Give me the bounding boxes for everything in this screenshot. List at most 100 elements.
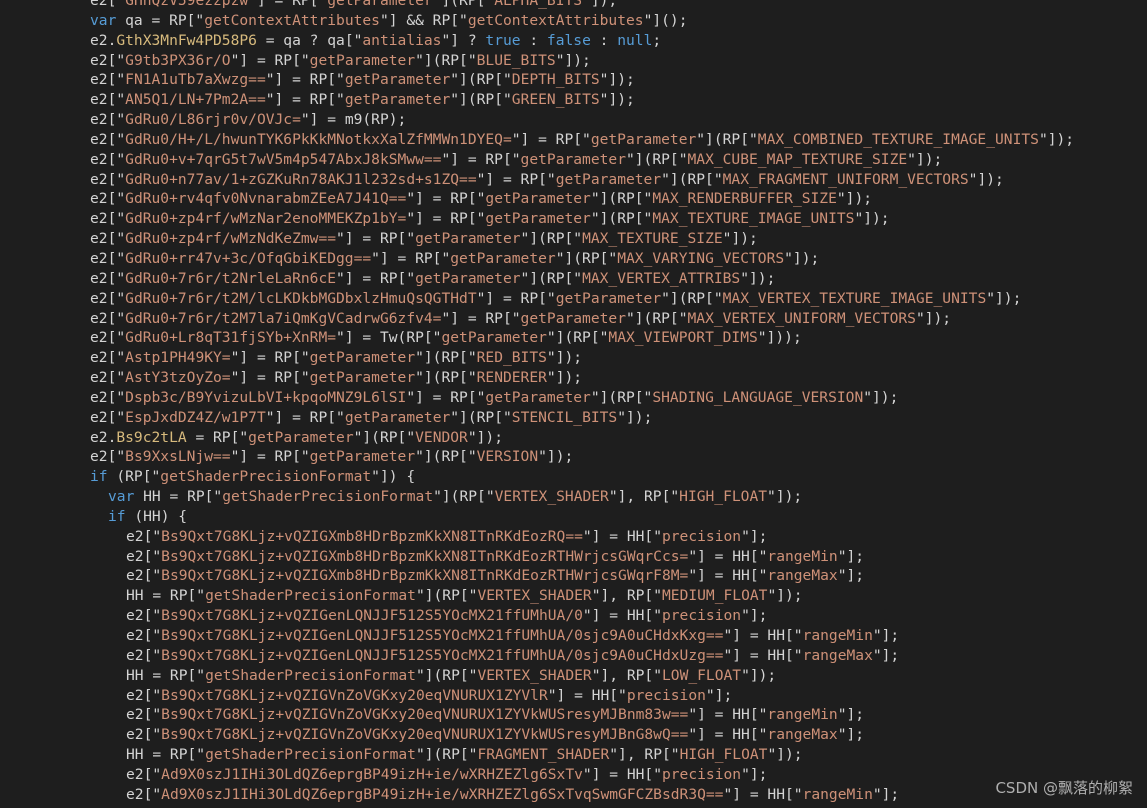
code-token-plain: HH = RP[" xyxy=(126,587,206,605)
code-token-plain: e2[" xyxy=(90,91,126,109)
code-line[interactable]: e2["GdRu0+zp4rf/wMzNdKeZmw=="] = RP["get… xyxy=(0,229,1147,249)
code-token-plain: e2[" xyxy=(90,249,126,267)
code-token-string: Ad9X0szJ1IHi3OLdQZ6eprgBP49izH+ie/wXRHZE… xyxy=(161,785,724,803)
code-line[interactable]: e2["Bs9Qxt7G8KLjz+vQZIGVnZoVGKxy20eqVNUR… xyxy=(0,725,1147,745)
code-line[interactable]: e2["Bs9Qxt7G8KLjz+vQZIGenLQNJJF512S5YOcM… xyxy=(0,606,1147,626)
code-token-plain: "]); xyxy=(546,369,583,387)
code-token-string: GHhQzV59ezzpzw xyxy=(125,0,249,9)
code-line[interactable]: HH = RP["getShaderPrecisionFormat"](RP["… xyxy=(0,586,1147,606)
code-token-plain: e2[" xyxy=(90,230,126,248)
code-token-plain: "] = RP[" xyxy=(265,91,345,109)
code-line[interactable]: e2["Dspb3c/B9YvizuLbVI+kpqoMNZ9L6lSI"] =… xyxy=(0,388,1147,408)
code-editor[interactable]: e2["GHhQzV59ezzpzw"] = RP["getParameter"… xyxy=(0,0,1147,808)
code-token-plain: "](RP[" xyxy=(450,91,512,109)
code-token-plain: "]); xyxy=(722,230,758,248)
code-line[interactable]: e2["GdRu0+rv4qfv0NvnarabmZEeA7J41Q=="] =… xyxy=(0,189,1147,209)
code-token-string: getParameter xyxy=(344,91,451,109)
code-line[interactable]: e2["Ad9X0szJ1IHi3OLdQZ6eprgBP49izH+ie/wX… xyxy=(0,765,1147,785)
code-token-string: rangeMax xyxy=(767,726,838,744)
code-line[interactable]: e2["GdRu0/H+/L/hwunTYK6PkKkMNotkxXalZfMM… xyxy=(0,130,1147,150)
code-token-string: LOW_FLOAT xyxy=(662,666,742,684)
code-line[interactable]: var HH = RP["getShaderPrecisionFormat"](… xyxy=(0,487,1147,507)
code-line[interactable]: e2["Bs9Qxt7G8KLjz+vQZIGenLQNJJF512S5YOcM… xyxy=(0,646,1147,666)
code-token-plain: e2[" xyxy=(126,726,162,744)
code-token-string: GdRu0/L86rjr0v/OVJc= xyxy=(125,111,301,129)
code-line[interactable]: e2["GdRu0+7r6r/t2NrleLaRn6cE"] = RP["get… xyxy=(0,269,1147,289)
code-token-plain: e2. xyxy=(90,31,117,49)
code-token-plain: "] = HH[" xyxy=(547,686,627,704)
code-line[interactable]: var qa = RP["getContextAttributes"] && R… xyxy=(0,11,1147,31)
code-line[interactable]: HH = RP["getShaderPrecisionFormat"](RP["… xyxy=(0,666,1147,686)
code-line[interactable]: e2["GdRu0+Lr8qT31fjSYb+XnRM="] = Tw(RP["… xyxy=(0,328,1147,348)
code-token-plain: "]); xyxy=(968,170,1004,188)
code-token-string: getParameter xyxy=(309,349,416,367)
code-line[interactable]: e2["Bs9Qxt7G8KLjz+vQZIGenLQNJJF512S5YOcM… xyxy=(0,626,1147,646)
code-line[interactable]: HH = RP["getShaderPrecisionFormat"](RP["… xyxy=(0,745,1147,765)
code-line[interactable]: e2.GthX3MnFw4PD58P6 = qa ? qa["antialias… xyxy=(0,31,1147,51)
code-token-plain: e2. xyxy=(90,428,117,446)
code-token-string: RENDERER xyxy=(476,369,547,387)
code-token-plain: "], RP[" xyxy=(609,746,680,764)
code-token-plain: "]); xyxy=(599,91,635,109)
code-line[interactable]: e2["GdRu0+zp4rf/wMzNar2enoMMEKZp1bY="] =… xyxy=(0,209,1147,229)
code-token-keyword: var xyxy=(90,11,117,29)
code-line[interactable]: e2["Ad9X0szJ1IHi3OLdQZ6eprgBP49izH+ie/wX… xyxy=(0,785,1147,805)
code-token-plain: "] = RP[" xyxy=(406,388,486,406)
code-line[interactable]: e2["EspJxdDZ4Z/w1P7T"] = RP["getParamete… xyxy=(0,408,1147,428)
code-token-plain: e2[" xyxy=(126,765,162,783)
code-line[interactable]: if (HH) { xyxy=(0,507,1147,527)
code-line[interactable]: e2["AstY3tzOyZo="] = RP["getParameter"](… xyxy=(0,368,1147,388)
code-token-string: getShaderPrecisionFormat xyxy=(205,666,416,684)
code-token-string: MAX_VERTEX_TEXTURE_IMAGE_UNITS xyxy=(722,289,987,307)
code-line[interactable]: e2["FN1A1uTb7aXwzg=="] = RP["getParamete… xyxy=(0,70,1147,90)
code-token-plain: "] = HH[" xyxy=(582,765,662,783)
code-token-plain: "](RP[" xyxy=(590,210,653,228)
code-line[interactable]: e2["GdRu0+n77av/1+zGZKuRn78AKJ1l232sd+s1… xyxy=(0,170,1147,190)
code-token-plain: "] = RP[" xyxy=(371,249,451,267)
code-token-plain: e2[" xyxy=(90,448,126,466)
code-line[interactable]: e2["GdRu0+7r6r/t2M7la7iQmKgVCadrwG6zfv4=… xyxy=(0,309,1147,329)
code-lines[interactable]: e2["GHhQzV59ezzpzw"] = RP["getParameter"… xyxy=(0,0,1147,808)
code-token-string: rangeMin xyxy=(767,547,838,565)
code-line[interactable]: e2["AN5Q1/LN+7Pm2A=="] = RP["getParamete… xyxy=(0,90,1147,110)
code-line[interactable]: e2["Bs9Qxt7G8KLjz+vQZIGVnZoVGKxy20eqVNUR… xyxy=(0,686,1147,706)
code-line[interactable]: if (RP["getShaderPrecisionFormat"]) { xyxy=(0,467,1147,487)
code-token-string: rangeMin xyxy=(802,627,873,644)
code-token-plain: "](RP[" xyxy=(433,488,495,506)
code-line[interactable]: e2["GdRu0/L86rjr0v/OVJc="] = m9(RP); xyxy=(0,110,1147,130)
code-line[interactable]: e2["Astp1PH49KY="] = RP["getParameter"](… xyxy=(0,348,1147,368)
code-token-string: GdRu0+7r6r/t2M/lcLKDkbMGDbxlzHmuQsQGTHdT xyxy=(125,289,477,307)
code-line[interactable]: e2["Bs9Qxt7G8KLjz+vQZIGXmb8HDrBpzmKkXN8I… xyxy=(0,566,1147,586)
code-line[interactable]: e2["GHhQzV59ezzpzw"] = RP["getParameter"… xyxy=(0,0,1147,11)
code-token-prop: Bs9c2tLA xyxy=(116,428,187,446)
code-line[interactable]: e2["G9tb3PX36r/O"] = RP["getParameter"](… xyxy=(0,51,1147,71)
code-line[interactable]: e2["GdRu0+v+7qrG5t7wV5m4p547AbxJ8kSMww==… xyxy=(0,150,1147,170)
code-token-string: getParameter xyxy=(309,448,416,466)
code-line[interactable]: e2["Bs9Qxt7G8KLjz+vQZIGXmb8HDrBpzmKkXN8I… xyxy=(0,527,1147,547)
code-token-string: GREEN_BITS xyxy=(511,91,600,109)
code-token-plain: "]); xyxy=(555,51,591,69)
code-token-string: GdRu0+zp4rf/wMzNdKeZmw== xyxy=(125,230,337,248)
code-token-plain: "], RP[" xyxy=(591,587,662,605)
code-line[interactable]: e2["Ad9X0szJ1IHi3OLdQZ6eprgBP49izH+ie/wX… xyxy=(0,805,1147,808)
code-line[interactable]: e2["GdRu0+rr47v+3c/OfqGbiKEDgg=="] = RP[… xyxy=(0,249,1147,269)
csdn-watermark: CSDN @飘落的柳絮 xyxy=(995,779,1133,797)
code-line[interactable]: e2["Bs9Qxt7G8KLjz+vQZIGXmb8HDrBpzmKkXN8I… xyxy=(0,547,1147,567)
code-token-string: Bs9Qxt7G8KLjz+vQZIGXmb8HDrBpzmKkXN8ITnRK… xyxy=(161,567,689,585)
code-token-string: GdRu0+v+7qrG5t7wV5m4p547AbxJ8kSMww== xyxy=(125,150,442,168)
code-line[interactable]: e2.Bs9c2tLA = RP["getParameter"](RP["VEN… xyxy=(0,428,1147,448)
code-line[interactable]: e2["GdRu0+7r6r/t2M/lcLKDkbMGDbxlzHmuQsQG… xyxy=(0,289,1147,309)
code-token-plain: "](RP[" xyxy=(546,329,609,347)
code-token-string: getShaderPrecisionFormat xyxy=(222,488,434,506)
code-token-plain: e2[" xyxy=(90,190,126,208)
code-token-string: STENCIL_BITS xyxy=(511,408,618,426)
code-line[interactable]: e2["Bs9Qxt7G8KLjz+vQZIGVnZoVGKxy20eqVNUR… xyxy=(0,705,1147,725)
code-token-plain: "] = RP[" xyxy=(230,369,310,387)
code-token-plain: "]); xyxy=(854,210,890,228)
code-token-string: MAX_TEXTURE_IMAGE_UNITS xyxy=(652,210,855,228)
code-token-plain: "]; xyxy=(741,765,768,783)
code-token-plain: "](RP[" xyxy=(415,448,477,466)
code-line[interactable]: e2["Bs9XxsLNjw=="] = RP["getParameter"](… xyxy=(0,447,1147,467)
code-token-plain: e2[" xyxy=(90,51,126,69)
code-token-plain: "], RP[" xyxy=(591,666,662,684)
